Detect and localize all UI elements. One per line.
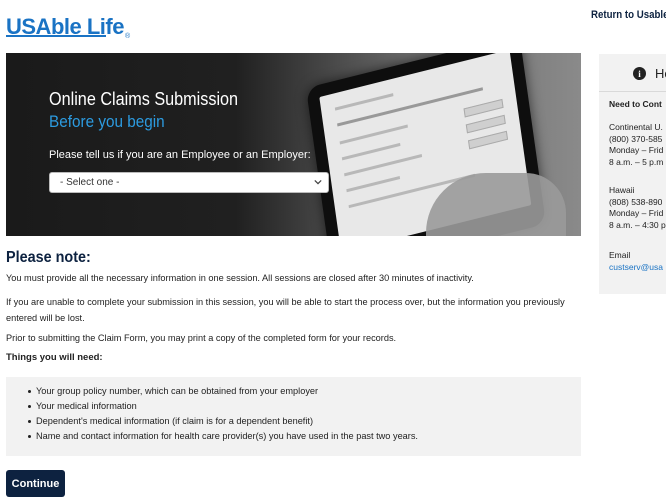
hero-subtitle: Before you begin [49, 112, 165, 131]
note-paragraph: You must provide all the necessary infor… [6, 273, 474, 283]
things-you-need-heading: Things you will need: [6, 352, 103, 363]
list-item: Dependent's medical information (if clai… [28, 414, 581, 429]
hawaii-contact: Hawaii (808) 538-890 Monday – Frid 8 a.m… [609, 185, 666, 231]
hero-title: Online Claims Submission [49, 89, 239, 109]
tablet-screen-line [339, 124, 408, 145]
usable-life-logo[interactable]: USAble Life ® [6, 6, 130, 40]
email-label: Email [609, 250, 631, 260]
return-to-usablelife-link[interactable]: Return to Usableli [591, 9, 666, 21]
hawaii-hours: 8 a.m. – 4:30 p [609, 219, 666, 230]
continue-button[interactable]: Continue [6, 470, 65, 497]
continental-days: Monday – Frid [609, 145, 664, 155]
tablet-screen-box [467, 130, 509, 150]
tablet-screen-line [341, 142, 401, 161]
employee-employer-prompt: Please tell us if you are an Employee or… [49, 149, 311, 161]
tablet-screen-line [334, 93, 394, 111]
help-divider [599, 91, 666, 92]
list-item: Your group policy number, which can be o… [28, 384, 581, 399]
list-item: Name and contact information for health … [28, 429, 581, 444]
registered-mark-icon: ® [124, 33, 131, 40]
logo-underline [6, 35, 106, 37]
need-to-contact-heading: Need to Cont [609, 99, 662, 109]
continental-title: Continental U. [609, 122, 663, 132]
things-needed-list: Your group policy number, which can be o… [28, 384, 581, 444]
things-needed-box: Your group policy number, which can be o… [6, 377, 581, 456]
help-header: i He [633, 66, 666, 81]
email-contact: Email custserv@usa [609, 250, 663, 273]
hawaii-phone[interactable]: (808) 538-890 [609, 197, 666, 209]
email-link[interactable]: custserv@usa [609, 262, 663, 274]
list-item: Your medical information [28, 399, 581, 414]
info-icon: i [633, 67, 646, 80]
hero-banner: Online Claims Submission Before you begi… [6, 53, 581, 236]
hawaii-title: Hawaii [609, 185, 635, 195]
tablet-screen-line [346, 175, 401, 193]
note-paragraph: Prior to submitting the Claim Form, you … [6, 333, 397, 343]
help-title: He [655, 66, 666, 81]
tablet-screen-box [463, 98, 504, 118]
tablet-screen-line [337, 87, 484, 127]
note-paragraph: If you are unable to complete your submi… [6, 297, 565, 323]
tablet-screen-box [465, 114, 506, 134]
role-select-value: - Select one - [60, 177, 120, 188]
role-select[interactable]: - Select one - [49, 172, 329, 193]
chevron-down-icon [314, 179, 322, 185]
continental-contact: Continental U. (800) 370-585 Monday – Fr… [609, 122, 663, 168]
please-note-heading: Please note: [6, 249, 91, 266]
help-panel: i He Need to Cont Continental U. (800) 3… [599, 54, 666, 294]
continental-phone[interactable]: (800) 370-585 [609, 134, 663, 146]
continental-hours: 8 a.m. – 5 p.m [609, 156, 664, 167]
tablet-screen-line [344, 153, 423, 177]
hawaii-days: Monday – Frid [609, 208, 664, 218]
